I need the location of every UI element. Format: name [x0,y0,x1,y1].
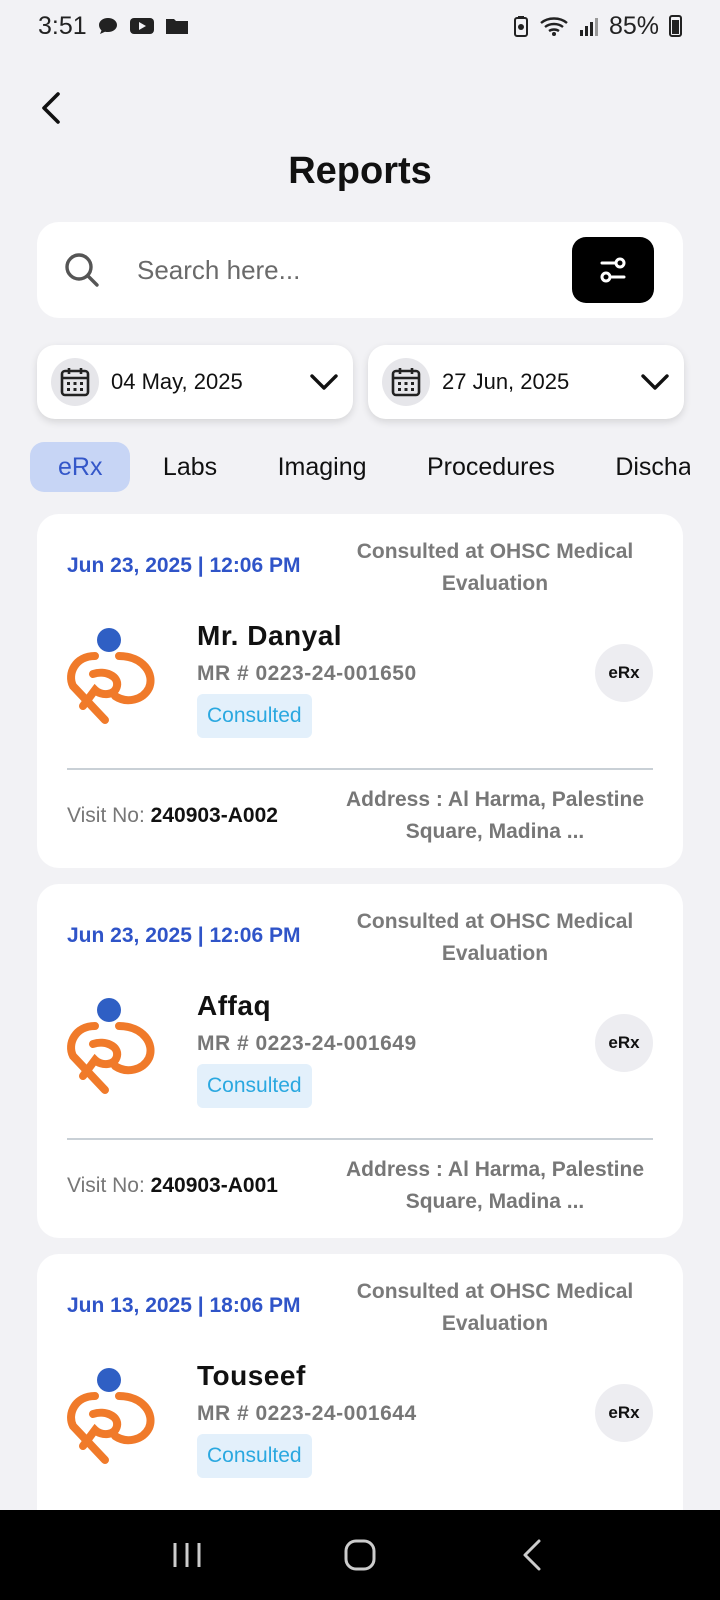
report-type-tabs: eRx Labs Imaging Procedures Discharge [30,442,690,492]
wifi-icon [540,17,568,36]
report-type-chip[interactable]: eRx [595,644,653,702]
chevron-down-icon [641,374,669,390]
report-datetime: Jun 23, 2025 | 12:06 PM [67,924,301,947]
patient-name: Affaq [197,990,272,1021]
clinic-logo-icon [67,998,155,1094]
recent-apps-icon[interactable] [167,1535,207,1575]
date-from-picker[interactable]: 04 May, 2025 [37,345,353,419]
report-location: Consulted at OHSC Medical Evaluation [356,540,634,595]
status-badge: Consulted [197,694,312,738]
date-to-picker[interactable]: 27 Jun, 2025 [368,345,684,419]
chat-icon [98,18,117,34]
search-icon [65,253,99,287]
tab-procedures[interactable]: Procedures [399,442,583,492]
address: Address : Al Harma, Palestine Square, Ma… [346,788,644,843]
page-title: Reports [288,150,432,192]
tab-labs[interactable]: Labs [135,442,245,492]
date-to-value: 27 Jun, 2025 [442,369,570,394]
status-badge: Consulted [197,1064,312,1108]
back-button[interactable] [34,88,74,128]
battery-saver-icon [513,16,528,37]
visit-number: Visit No: 240903-A002 [67,804,278,828]
system-back-icon[interactable] [513,1535,553,1575]
status-badge: Consulted [197,1434,312,1478]
signal-icon [579,18,598,36]
divider [67,1138,653,1140]
visit-label: Visit No: [67,804,151,827]
report-type-chip[interactable]: eRx [595,1384,653,1442]
filter-icon [600,257,626,283]
divider [67,768,653,770]
report-location: Consulted at OHSC Medical Evaluation [356,1280,634,1335]
calendar-icon [391,368,421,397]
filter-button[interactable] [572,237,654,303]
battery-percent: 85% [608,11,659,40]
mr-number: MR # 0223-24-001650 [197,662,417,685]
folder-icon [165,19,188,34]
visit-value: 240903-A001 [150,1174,278,1197]
report-type-chip[interactable]: eRx [595,1014,653,1072]
chevron-down-icon [310,374,338,390]
calendar-icon-wrap [382,358,430,406]
mr-number: MR # 0223-24-001649 [197,1032,417,1055]
report-datetime: Jun 23, 2025 | 12:06 PM [67,554,301,577]
tab-discharge[interactable]: Discharge [587,442,690,492]
report-card[interactable]: Jun 23, 2025 | 12:06 PM Consulted at OHS… [37,514,683,868]
search-bar [37,222,683,318]
date-from-value: 04 May, 2025 [111,369,243,394]
visit-number: Visit No: 240903-A001 [67,1174,278,1198]
calendar-icon-wrap [51,358,99,406]
calendar-icon [60,368,90,397]
visit-label: Visit No: [67,1174,151,1197]
tab-erx[interactable]: eRx [30,442,131,492]
chevron-left-icon [42,92,60,124]
mr-number: MR # 0223-24-001644 [197,1402,417,1425]
tab-imaging[interactable]: Imaging [250,442,395,492]
status-bar: 3:51 85% [0,0,720,52]
address: Address : Al Harma, Palestine Square, Ma… [346,1158,644,1213]
report-location: Consulted at OHSC Medical Evaluation [356,910,634,965]
clinic-logo-icon [67,628,155,724]
report-datetime: Jun 13, 2025 | 18:06 PM [67,1294,301,1317]
report-card[interactable]: Jun 13, 2025 | 18:06 PM Consulted at OHS… [37,1254,683,1510]
patient-name: Touseef [197,1360,306,1391]
search-input[interactable] [137,254,537,286]
report-card[interactable]: Jun 23, 2025 | 12:06 PM Consulted at OHS… [37,884,683,1238]
patient-name: Mr. Danyal [197,620,343,651]
status-right: 85% [513,12,682,41]
clinic-logo-icon [67,1368,155,1464]
battery-icon [669,15,682,37]
youtube-icon [129,18,154,34]
status-time: 3:51 [38,11,87,40]
visit-value: 240903-A002 [150,804,278,827]
system-nav-bar [0,1510,720,1600]
home-icon[interactable] [340,1535,380,1575]
status-left: 3:51 [38,12,189,41]
